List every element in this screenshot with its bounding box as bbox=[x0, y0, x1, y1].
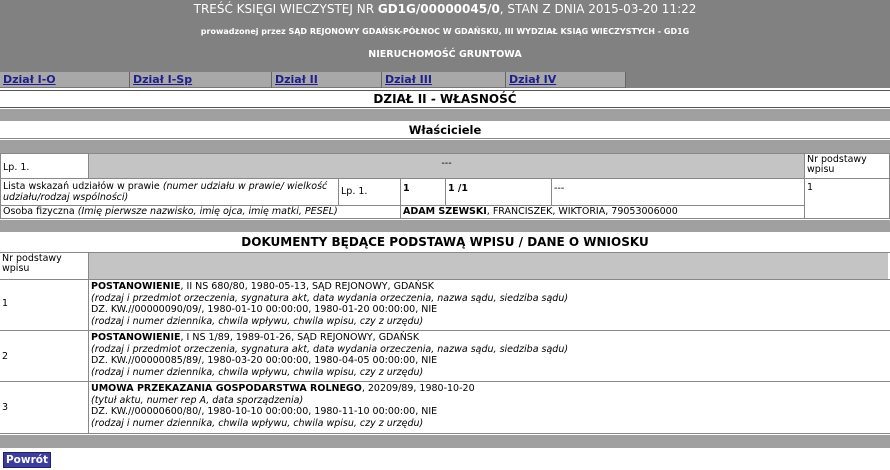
tab-dzial-iii[interactable]: Dział III bbox=[382, 72, 506, 88]
property-type: NIERUCHOMOŚĆ GRUNTOWA bbox=[368, 49, 522, 60]
section-tabs: Dział I-O Dział I-Sp Dział II Dział III … bbox=[0, 72, 626, 88]
documents-header-fill bbox=[88, 253, 888, 279]
document-journal-description: (rodzaj i numer dziennika, chwila wpływu… bbox=[91, 315, 424, 327]
basis-header: Nr podstawy wpisu bbox=[804, 153, 890, 179]
document-details: UMOWA PRZEKAZANIA GOSPODARSTWA ROLNEGO, … bbox=[88, 382, 888, 433]
documents-header-row: Nr podstawy wpisu bbox=[0, 252, 890, 279]
kw-number: GD1G/00000045/0 bbox=[377, 2, 500, 16]
person-value: ADAM SZEWSKI, FRANCISZEK, WIKTORIA, 7905… bbox=[400, 205, 805, 219]
share-type: --- bbox=[551, 178, 805, 206]
lp-value: --- bbox=[88, 153, 805, 179]
owners-title: Właściciele bbox=[0, 121, 890, 139]
document-type: POSTANOWIENIE bbox=[91, 281, 181, 292]
back-button[interactable]: Powrót bbox=[3, 452, 51, 468]
document-description: (rodzaj i przedmiot orzeczenia, sygnatur… bbox=[91, 292, 569, 304]
person-label: Osoba fizyczna (Imię pierwsze nazwisko, … bbox=[0, 205, 401, 219]
divider-bar bbox=[0, 220, 890, 232]
share-label: Lista wskazań udziałów w prawie (numer u… bbox=[0, 178, 339, 206]
document-type-details: , II NS 680/80, 1980-05-13, SĄD REJONOWY… bbox=[180, 281, 434, 292]
person-label-hint: (Imię pierwsze nazwisko, imię ojca, imię… bbox=[77, 206, 338, 217]
tab-dzial-ii[interactable]: Dział II bbox=[272, 72, 382, 88]
document-details: POSTANOWIENIE, II NS 680/80, 1980-05-13,… bbox=[88, 280, 888, 330]
document-details: POSTANOWIENIE, I NS 1/89, 1989-01-26, SĄ… bbox=[88, 331, 888, 381]
kw-title-prefix: TREŚĆ KSIĘGI WIECZYSTEJ NR bbox=[193, 2, 375, 16]
document-journal-description: (rodzaj i numer dziennika, chwila wpływu… bbox=[91, 366, 424, 378]
document-type-details: , I NS 1/89, 1989-01-26, SĄD REJONOWY, G… bbox=[180, 332, 420, 343]
divider-bar bbox=[0, 109, 890, 121]
person-details: , FRANCISZEK, WIKTORIA, 79053006000 bbox=[486, 206, 678, 217]
document-journal: DZ. KW.//00000090/09/, 1980-01-10 00:00:… bbox=[91, 304, 438, 315]
document-journal: DZ. KW.//00000600/80/, 1980-10-10 00:00:… bbox=[91, 406, 438, 417]
person-name: ADAM SZEWSKI bbox=[403, 206, 487, 217]
document-description: (tytuł aktu, numer rep A, data sporządze… bbox=[91, 394, 304, 406]
document-number: 3 bbox=[2, 402, 9, 413]
documents-title: DOKUMENTY BĘDĄCE PODSTAWĄ WPISU / DANE O… bbox=[241, 235, 649, 249]
document-number: 2 bbox=[2, 351, 9, 362]
document-journal: DZ. KW.//00000085/89/, 1980-03-20 00:00:… bbox=[91, 355, 438, 366]
tab-dzial-i-sp[interactable]: Dział I-Sp bbox=[130, 72, 272, 88]
document-number: 1 bbox=[2, 298, 9, 309]
page-header: TREŚĆ KSIĘGI WIECZYSTEJ NR GD1G/00000045… bbox=[0, 0, 890, 72]
basis-value: 1 bbox=[804, 178, 890, 219]
tab-dzial-i-o[interactable]: Dział I-O bbox=[0, 72, 130, 88]
share-size: 1 /1 bbox=[445, 178, 552, 206]
document-type: UMOWA PRZEKAZANIA GOSPODARSTWA ROLNEGO bbox=[91, 383, 362, 394]
tabs-filler bbox=[626, 72, 890, 88]
document-description: (rodzaj i przedmiot orzeczenia, sygnatur… bbox=[91, 343, 569, 355]
document-row: 1 POSTANOWIENIE, II NS 680/80, 1980-05-1… bbox=[0, 279, 890, 330]
section-title: DZIAŁ II - WŁASNOŚĆ bbox=[0, 90, 890, 108]
person-label-text: Osoba fizyczna bbox=[3, 206, 75, 217]
lp-label: Lp. 1. bbox=[0, 153, 89, 179]
document-journal-description: (rodzaj i numer dziennika, chwila wpływu… bbox=[91, 417, 424, 429]
documents-col-header: Nr podstawy wpisu bbox=[2, 253, 62, 274]
share-number: 1 bbox=[400, 178, 446, 206]
document-row: 2 POSTANOWIENIE, I NS 1/89, 1989-01-26, … bbox=[0, 330, 890, 381]
document-row: 3 UMOWA PRZEKAZANIA GOSPODARSTWA ROLNEGO… bbox=[0, 381, 890, 434]
document-type-details: , 20209/89, 1980-10-20 bbox=[361, 383, 475, 394]
document-type: POSTANOWIENIE bbox=[91, 332, 181, 343]
kw-date: , STAN Z DNIA 2015-03-20 11:22 bbox=[499, 2, 697, 16]
kw-title: TREŚĆ KSIĘGI WIECZYSTEJ NR GD1G/00000045… bbox=[0, 2, 890, 16]
tab-dzial-iv[interactable]: Dział IV bbox=[506, 72, 626, 88]
divider-bar bbox=[0, 435, 890, 448]
share-lp: Lp. 1. bbox=[338, 178, 401, 206]
divider-bar bbox=[0, 140, 890, 153]
share-label-text: Lista wskazań udziałów w prawie bbox=[3, 181, 160, 192]
court-name: prowadzonej przez SĄD REJONOWY GDAŃSK-PÓ… bbox=[200, 27, 690, 36]
